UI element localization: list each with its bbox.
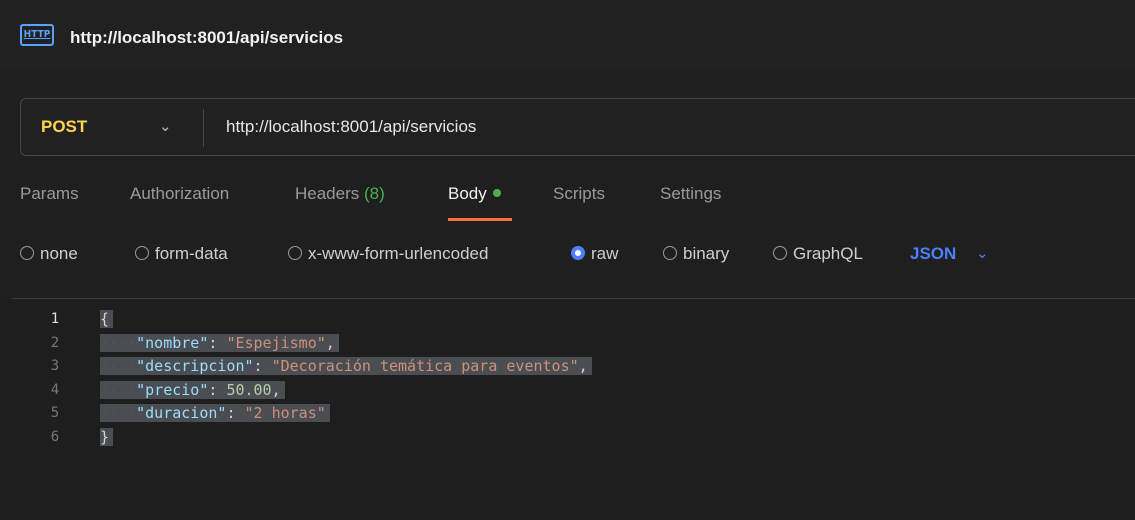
line-number-gutter: 1 2 3 4 5 6 [40, 308, 70, 449]
code-line: ····"descripcion": "Decoración temática … [100, 355, 592, 379]
code-line: } [100, 426, 592, 450]
code-editor[interactable]: 1 2 3 4 5 6 { ····"nombre": "Espejismo",… [0, 300, 1135, 520]
json-key: "precio" [136, 380, 209, 399]
tab-settings[interactable]: Settings [660, 184, 721, 204]
json-key: "duracion" [136, 404, 227, 422]
json-key: "descripcion" [136, 357, 254, 375]
tab-params[interactable]: Params [20, 184, 79, 204]
tab-headers[interactable]: Headers (8) [295, 184, 385, 204]
json-key: "nombre" [136, 333, 209, 352]
radio-selected-icon [571, 245, 585, 260]
body-type-selector: none form-data x-www-form-urlencoded raw… [20, 244, 1120, 274]
url-bar: POST ⌄ http://localhost:8001/api/servici… [20, 98, 1135, 156]
active-dot-icon [492, 188, 501, 197]
line-number: 6 [50, 428, 60, 445]
code-line: ····"nombre": "Espejismo", [100, 332, 592, 356]
line-number: 5 [50, 405, 60, 421]
method-selector[interactable]: POST [41, 117, 87, 137]
radio-raw[interactable]: raw [571, 244, 618, 264]
chevron-down-icon[interactable]: ⌄ [159, 117, 172, 135]
request-title[interactable]: http://localhost:8001/api/servicios [70, 28, 343, 48]
json-value: "Decoración temática para eventos" [271, 357, 579, 375]
json-value: "2 horas" [244, 404, 326, 422]
json-value: 50.00 [226, 380, 272, 399]
radio-x-www-form-urlencoded[interactable]: x-www-form-urlencoded [288, 244, 488, 264]
radio-circle-icon [135, 245, 149, 260]
json-value: "Espejismo" [226, 333, 326, 352]
json-body[interactable]: { ····"nombre": "Espejismo", ····"descri… [100, 308, 592, 449]
radio-circle-icon [663, 245, 677, 260]
line-number: 2 [50, 334, 60, 351]
divider [12, 298, 1135, 299]
headers-count: (8) [364, 184, 385, 203]
request-tabs: Params Authorization Headers (8) Body Sc… [20, 184, 1020, 224]
radio-circle-icon [773, 245, 787, 260]
line-number: 4 [50, 381, 60, 398]
tab-scripts[interactable]: Scripts [553, 184, 605, 204]
radio-graphql[interactable]: GraphQL [773, 244, 863, 264]
code-line: { [100, 308, 592, 332]
request-title-bar: HTTP http://localhost:8001/api/servicios [0, 0, 1135, 70]
tab-authorization[interactable]: Authorization [130, 184, 229, 204]
divider [203, 109, 204, 147]
active-tab-indicator [448, 218, 512, 221]
radio-form-data[interactable]: form-data [135, 244, 228, 264]
radio-circle-icon [288, 245, 302, 260]
line-number: 1 [50, 311, 60, 327]
language-selector[interactable]: JSON [910, 244, 956, 264]
radio-circle-icon [20, 245, 34, 260]
code-line: ····"duracion": "2 horas" [100, 402, 592, 426]
chevron-down-icon[interactable]: ⌄ [976, 244, 989, 262]
open-brace: { [100, 310, 114, 328]
radio-binary[interactable]: binary [663, 244, 729, 264]
url-input[interactable]: http://localhost:8001/api/servicios [226, 117, 476, 137]
http-icon: HTTP [20, 24, 54, 46]
close-brace: } [100, 427, 114, 446]
line-number: 3 [50, 358, 60, 374]
code-line: ····"precio": 50.00, [100, 379, 592, 403]
radio-none[interactable]: none [20, 244, 78, 264]
tab-body[interactable]: Body [448, 184, 501, 204]
